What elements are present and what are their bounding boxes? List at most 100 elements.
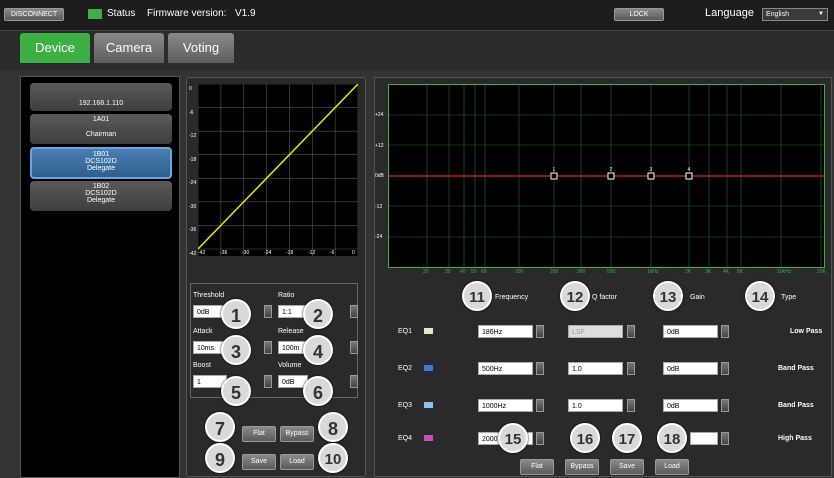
- volume-stepper[interactable]: [350, 375, 358, 388]
- callout-badge-12: 12: [560, 281, 590, 311]
- comp-flat-button[interactable]: Flat: [242, 426, 276, 442]
- tab-camera[interactable]: Camera: [94, 33, 164, 63]
- eq-y-tick: 0dB: [375, 173, 384, 179]
- comp-x-tick: -6: [330, 250, 335, 256]
- device-card-1b01[interactable]: 1B01 DCS102D Delegate: [30, 147, 172, 179]
- device-id: 1B02: [92, 183, 110, 190]
- eq-point-handle[interactable]: [685, 172, 693, 180]
- eq-graph: 1 2 3 4: [388, 84, 825, 268]
- device-model: DCS102D: [85, 158, 117, 165]
- eq-gain-input[interactable]: [690, 432, 718, 445]
- boost-stepper[interactable]: [264, 375, 272, 388]
- callout-badge-10: 10: [318, 443, 348, 473]
- device-card-1b02[interactable]: 1B02 DCS102D Delegate: [30, 181, 172, 211]
- eq-y-tick: +24: [375, 112, 384, 118]
- eq-gain-stepper[interactable]: [721, 399, 729, 412]
- compressor-graph-svg: [197, 83, 359, 256]
- eq-frequency-stepper[interactable]: [536, 399, 544, 412]
- tab-voting[interactable]: Voting: [168, 33, 234, 63]
- eq-x-tick: 60: [481, 269, 487, 275]
- eq-frequency-input[interactable]: 186Hz: [478, 325, 533, 338]
- eq-point-handle[interactable]: [647, 172, 655, 180]
- callout-badge-7: 7: [205, 412, 235, 442]
- comp-y-tick: -42: [189, 250, 197, 257]
- eq-row-label: EQ1: [398, 328, 413, 335]
- eq-frequency-input[interactable]: 500Hz: [478, 362, 533, 375]
- device-card-ip[interactable]: 192.168.1.110: [30, 83, 172, 111]
- eq-frequency-stepper[interactable]: [536, 432, 544, 445]
- ratio-stepper[interactable]: [350, 305, 358, 318]
- release-stepper[interactable]: [350, 341, 358, 354]
- callout-badge-5: 5: [221, 376, 251, 406]
- eq-x-tick: 2K: [685, 269, 692, 275]
- eq-color-swatch: [424, 328, 433, 334]
- eq-gain-stepper[interactable]: [721, 432, 729, 445]
- eq-bypass-button[interactable]: Bypass: [565, 459, 599, 475]
- eq-gain-stepper[interactable]: [721, 362, 729, 375]
- comp-x-tick: -42: [198, 250, 206, 256]
- release-label: Release: [278, 328, 304, 335]
- eq-x-tick: 100: [515, 269, 524, 275]
- language-label: Language: [705, 7, 754, 19]
- volume-label: Volume: [278, 362, 302, 369]
- eq-frequency-input[interactable]: 1000Hz: [478, 399, 533, 412]
- eq-frequency-stepper[interactable]: [536, 362, 544, 375]
- eq-point-label: 3: [650, 167, 653, 173]
- header-type: Type: [781, 294, 797, 301]
- eq-point-handle[interactable]: [607, 172, 615, 180]
- eq-q-stepper[interactable]: [627, 362, 635, 375]
- eq-gain-input[interactable]: 0dB: [663, 362, 718, 375]
- eq-flat-button[interactable]: Flat: [520, 459, 554, 475]
- comp-load-button[interactable]: Load: [280, 454, 314, 470]
- eq-gain-input[interactable]: 0dB: [663, 325, 718, 338]
- eq-x-tick: 200: [550, 269, 559, 275]
- eq-q-stepper[interactable]: [627, 325, 635, 338]
- eq-row-label: EQ2: [398, 365, 413, 372]
- eq-x-tick: 10kHz: [777, 269, 792, 275]
- device-model: DCS102D: [85, 190, 117, 197]
- disconnect-button[interactable]: DISCONNECT: [4, 8, 64, 21]
- eq-y-tick: -12: [375, 203, 383, 210]
- eq-q-input[interactable]: 1.0: [568, 399, 623, 412]
- comp-save-button[interactable]: Save: [242, 454, 276, 470]
- eq-color-swatch: [424, 365, 433, 371]
- eq-q-input[interactable]: 1.0: [568, 362, 623, 375]
- header-frequency: Frequency: [495, 294, 529, 301]
- boost-label: Boost: [193, 362, 211, 369]
- callout-badge-4: 4: [303, 335, 333, 365]
- eq-filter-type: Low Pass: [790, 328, 823, 335]
- device-card-1a01[interactable]: 1A01 Chairman: [30, 114, 172, 144]
- eq-color-swatch: [424, 435, 433, 441]
- lock-button[interactable]: LOCK: [614, 8, 664, 21]
- eq-point-label: 2: [610, 167, 613, 173]
- attack-stepper[interactable]: [264, 341, 272, 354]
- eq-frequency-stepper[interactable]: [536, 325, 544, 338]
- eq-gain-input[interactable]: 0dB: [663, 399, 718, 412]
- comp-x-tick: -12: [308, 250, 316, 256]
- eq-q-stepper[interactable]: [627, 399, 635, 412]
- threshold-stepper[interactable]: [264, 305, 272, 318]
- comp-y-tick: -24: [189, 180, 197, 186]
- comp-y-tick: -36: [189, 227, 197, 233]
- eq-x-tick: 30: [445, 269, 451, 275]
- eq-graph-svg: 1 2 3 4: [389, 85, 824, 267]
- eq-load-button[interactable]: Load: [655, 459, 689, 475]
- language-select[interactable]: English ▼: [762, 8, 828, 21]
- eq-x-tick: 300: [577, 269, 586, 275]
- callout-badge-16: 16: [570, 423, 600, 453]
- tab-device[interactable]: Device: [20, 33, 90, 63]
- device-role: Delegate: [86, 197, 116, 204]
- device-role: Delegate: [86, 165, 116, 172]
- eq-gain-stepper[interactable]: [721, 325, 729, 338]
- eq-save-button[interactable]: Save: [610, 459, 644, 475]
- eq-point-handle[interactable]: [550, 172, 558, 180]
- eq-y-tick: +12: [375, 142, 384, 149]
- comp-bypass-button[interactable]: Bypass: [280, 426, 314, 442]
- attack-label: Attack: [193, 328, 213, 335]
- compressor-curve: [197, 83, 359, 250]
- eq-filter-type: Band Pass: [778, 402, 814, 409]
- eq-x-tick: 1kHz: [647, 269, 659, 275]
- callout-badge-18: 18: [657, 423, 687, 453]
- eq-q-input[interactable]: LSF: [568, 325, 623, 338]
- device-id: 1A01: [92, 116, 110, 123]
